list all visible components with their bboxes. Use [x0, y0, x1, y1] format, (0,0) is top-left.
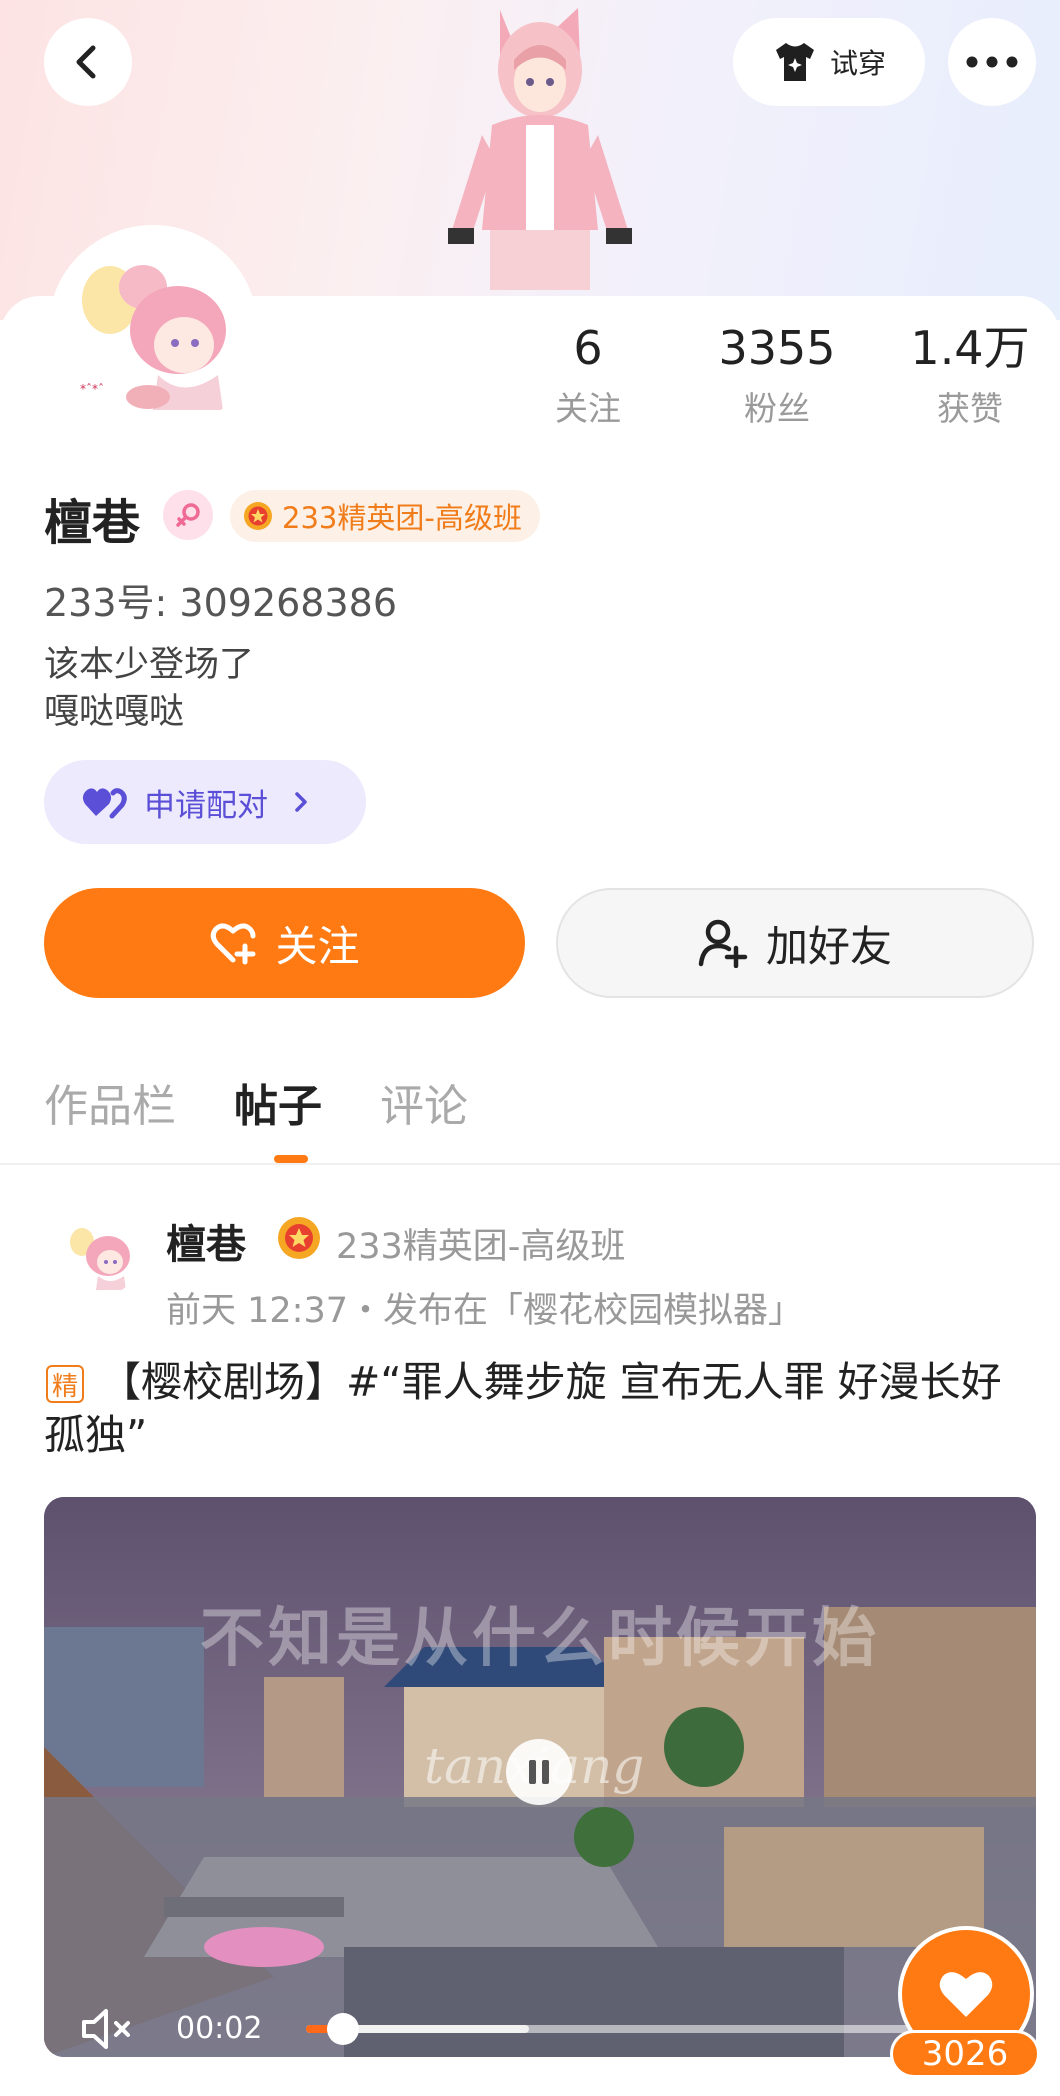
- more-button[interactable]: [948, 18, 1036, 106]
- pause-icon: [529, 1760, 549, 1784]
- elite-group-label: 233精英团-高级班: [282, 501, 522, 535]
- post-meta: 前天 12:37・发布在「樱花校园模拟器」: [166, 1291, 803, 1331]
- profile-tabs: 作品栏 帖子 评论: [44, 1070, 468, 1134]
- stat-following[interactable]: 6 关注: [543, 318, 633, 430]
- bio-line: 该本少登场了: [44, 645, 255, 685]
- elite-medal-icon: [244, 502, 272, 530]
- followers-label: 粉丝: [744, 389, 810, 428]
- followers-count: 3355: [718, 321, 836, 375]
- chevron-left-icon: [76, 45, 96, 79]
- heart-plus-icon: [211, 923, 256, 965]
- female-icon: [176, 503, 200, 527]
- active-tab-indicator: [274, 1155, 308, 1163]
- try-on-button[interactable]: 试穿: [733, 18, 925, 106]
- following-label: 关注: [555, 389, 621, 428]
- follow-label: 关注: [275, 921, 360, 971]
- post-author-group: 233精英团-高级班: [336, 1227, 626, 1267]
- video-controls: 00:02: [44, 1997, 1036, 2057]
- stat-likes[interactable]: 1.4万 获赞: [900, 318, 1040, 430]
- profile-username: 檀巷: [44, 495, 141, 551]
- speaker-muted-icon[interactable]: [80, 2005, 136, 2053]
- post-video[interactable]: 不知是从什么时候开始 tanxiang 00:02: [44, 1497, 1036, 2057]
- back-button[interactable]: [44, 18, 132, 106]
- tab-comments[interactable]: 评论: [380, 1070, 468, 1134]
- tabs-divider: [0, 1163, 1060, 1165]
- featured-tag: 精: [46, 1365, 84, 1403]
- avatar-3d-character[interactable]: [430, 0, 650, 300]
- video-progress-bar[interactable]: [306, 2013, 926, 2045]
- try-on-label: 试穿: [829, 47, 886, 80]
- follow-button[interactable]: 关注: [44, 888, 525, 998]
- video-subtitle: 不知是从什么时候开始: [200, 1601, 880, 1676]
- pause-button[interactable]: [506, 1739, 572, 1805]
- tab-posts[interactable]: 帖子: [234, 1070, 322, 1134]
- stat-followers[interactable]: 3355 粉丝: [712, 318, 842, 430]
- elite-medal-icon: [278, 1217, 320, 1259]
- likes-count: 1.4万: [910, 321, 1030, 375]
- gender-badge: [163, 490, 213, 540]
- tshirt-sparkle-icon: [775, 43, 814, 81]
- bio-line: 嘎哒嘎哒: [44, 692, 185, 732]
- video-time: 00:02: [176, 2011, 263, 2046]
- add-friend-button[interactable]: 加好友: [556, 888, 1034, 998]
- apply-pairing-button[interactable]: 申请配对: [44, 760, 366, 844]
- profile-bio: 该本少登场了 嘎哒嘎哒: [44, 642, 254, 736]
- following-count: 6: [573, 321, 603, 375]
- like-count: 3026: [890, 2030, 1040, 2078]
- user-id[interactable]: 233号: 309268386: [44, 572, 397, 627]
- post-title[interactable]: 【樱校剧场】#“罪人舞步旋 宣布无人罪 好漫长好孤独”: [44, 1356, 1024, 1462]
- post-author-avatar[interactable]: [58, 1212, 142, 1296]
- heart-icon: [939, 1972, 993, 2017]
- elite-group-badge[interactable]: 233精英团-高级班: [230, 490, 540, 542]
- tab-works[interactable]: 作品栏: [44, 1070, 176, 1134]
- apply-pairing-label: 申请配对: [144, 787, 268, 824]
- profile-avatar[interactable]: *ˆ*ˆ: [48, 225, 258, 435]
- post-author-name[interactable]: 檀巷: [166, 1212, 246, 1270]
- double-heart-icon: [82, 788, 127, 819]
- add-user-icon: [698, 919, 748, 968]
- chevron-right-icon: [295, 792, 307, 812]
- svg-text:*ˆ*ˆ: *ˆ*ˆ: [80, 382, 104, 396]
- likes-label: 获赞: [937, 389, 1003, 428]
- more-dots-icon: [966, 56, 1018, 68]
- video-progress-knob[interactable]: [327, 2013, 360, 2045]
- add-friend-label: 加好友: [765, 921, 892, 971]
